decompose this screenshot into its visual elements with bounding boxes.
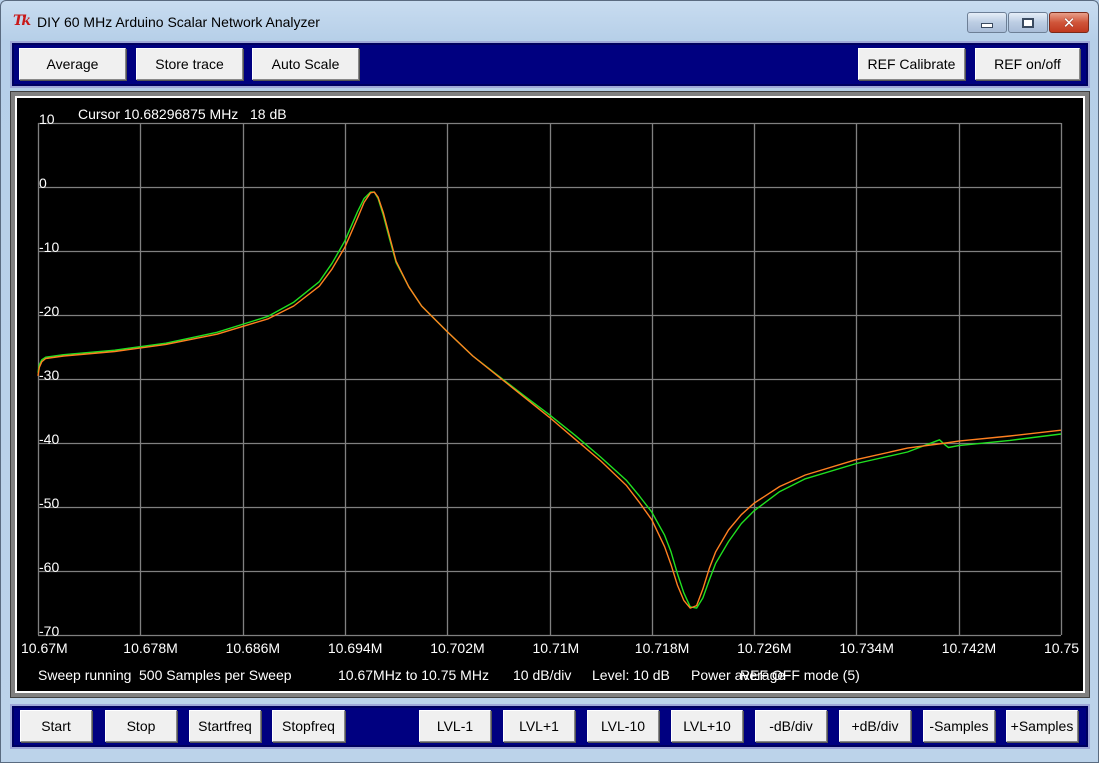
x-tick-label: 10.742M <box>942 640 996 656</box>
maximize-button[interactable] <box>1008 12 1048 33</box>
status-sweep: Sweep running <box>38 667 131 683</box>
ref-calibrate-button[interactable]: REF Calibrate <box>858 48 965 80</box>
lvl-plus-10-button[interactable]: LVL+10 <box>671 710 743 742</box>
lvl-plus-1-button[interactable]: LVL+1 <box>503 710 575 742</box>
cursor-readout: Cursor 10.68296875 MHz 18 dB <box>78 106 287 122</box>
status-scale: 10 dB/div <box>513 667 571 683</box>
y-tick-label: 0 <box>39 175 47 191</box>
y-tick-label: -30 <box>39 367 59 383</box>
x-tick-label: 10.726M <box>737 640 791 656</box>
y-tick-label: -50 <box>39 495 59 511</box>
store-trace-button[interactable]: Store trace <box>136 48 243 80</box>
top-toolbar: Average Store trace Auto Scale REF Calib… <box>10 41 1090 88</box>
average-button[interactable]: Average <box>19 48 126 80</box>
app-window: Tk DIY 60 MHz Arduino Scalar Network Ana… <box>0 0 1099 763</box>
status-ref-mode: REF OFF mode (5) <box>740 667 860 683</box>
ref-onoff-button[interactable]: REF on/off <box>975 48 1080 80</box>
lvl-minus-10-button[interactable]: LVL-10 <box>587 710 659 742</box>
y-tick-label: -20 <box>39 303 59 319</box>
trace-live <box>37 191 1062 609</box>
maximize-icon <box>1022 17 1034 28</box>
x-tick-label: 10.702M <box>430 640 484 656</box>
samples-minus-button[interactable]: -Samples <box>923 710 995 742</box>
start-button[interactable]: Start <box>20 710 92 742</box>
x-tick-label: 10.71M <box>533 640 580 656</box>
samples-plus-button[interactable]: +Samples <box>1006 710 1078 742</box>
minimize-button[interactable] <box>967 12 1007 33</box>
network-analyzer-chart[interactable]: 10 0 -10 -20 -30 -40 -50 -60 -70 10.67M 10.678M 10… <box>17 98 1083 691</box>
plot-frame: 10 0 -10 -20 -30 -40 -50 -60 -70 10.67M 10.678M 10… <box>10 91 1090 698</box>
status-level: Level: 10 dB <box>592 667 670 683</box>
stop-button[interactable]: Stop <box>105 710 177 742</box>
status-samples: 500 Samples per Sweep <box>139 667 292 683</box>
x-tick-label: 10.75 <box>1044 640 1079 656</box>
x-tick-label: 10.678M <box>123 640 177 656</box>
db-div-minus-button[interactable]: -dB/div <box>755 710 827 742</box>
lvl-minus-1-button[interactable]: LVL-1 <box>419 710 491 742</box>
status-range: 10.67MHz to 10.75 MHz <box>338 667 489 683</box>
plot-canvas[interactable]: 10 0 -10 -20 -30 -40 -50 -60 -70 10.67M 10.678M 10… <box>15 96 1085 693</box>
tk-app-icon: Tk <box>13 13 31 29</box>
window-title: DIY 60 MHz Arduino Scalar Network Analyz… <box>37 14 320 30</box>
close-icon: ✕ <box>1062 13 1076 32</box>
close-button[interactable]: ✕ <box>1049 12 1089 33</box>
x-tick-label: 10.67M <box>21 640 68 656</box>
stopfreq-button[interactable]: Stopfreq <box>272 710 345 742</box>
auto-scale-button[interactable]: Auto Scale <box>252 48 359 80</box>
x-tick-label: 10.686M <box>226 640 280 656</box>
y-tick-label: -70 <box>39 623 59 639</box>
db-div-plus-button[interactable]: +dB/div <box>839 710 911 742</box>
title-bar[interactable]: Tk DIY 60 MHz Arduino Scalar Network Ana… <box>1 1 1098 41</box>
y-tick-label: -10 <box>39 239 59 255</box>
x-tick-label: 10.734M <box>839 640 893 656</box>
minimize-icon <box>981 23 993 28</box>
bottom-toolbar: Start Stop Startfreq Stopfreq LVL-1 LVL+… <box>10 704 1090 749</box>
x-tick-label: 10.718M <box>635 640 689 656</box>
trace-stored <box>37 191 1062 609</box>
x-tick-label: 10.694M <box>328 640 382 656</box>
y-tick-label: -40 <box>39 431 59 447</box>
y-tick-label: -60 <box>39 559 59 575</box>
y-tick-label: 10 <box>39 111 55 127</box>
startfreq-button[interactable]: Startfreq <box>189 710 261 742</box>
